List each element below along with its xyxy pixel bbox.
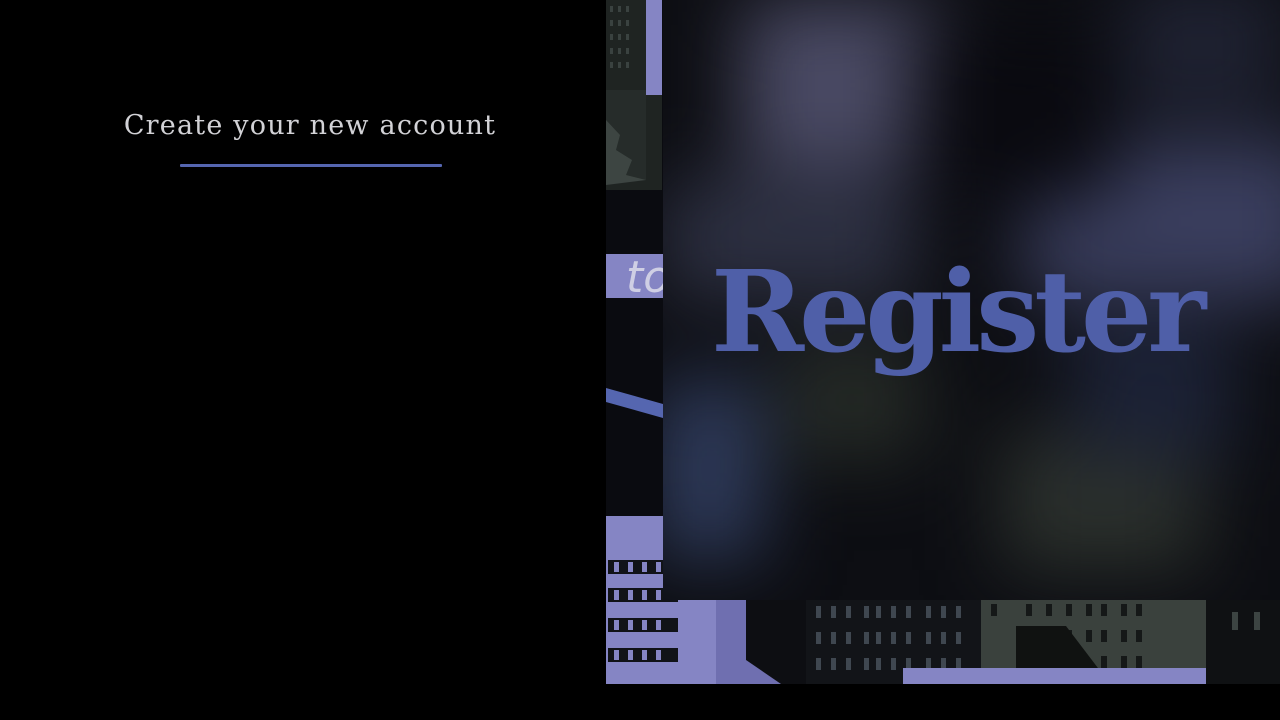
form-panel: Create your new account (0, 0, 606, 720)
hero-card: Register (663, 0, 1280, 600)
register-page: Create your new account to Register (0, 0, 1280, 720)
hero-title: Register (711, 247, 1206, 378)
heading-underline (180, 164, 442, 167)
form-heading: Create your new account (123, 110, 497, 141)
